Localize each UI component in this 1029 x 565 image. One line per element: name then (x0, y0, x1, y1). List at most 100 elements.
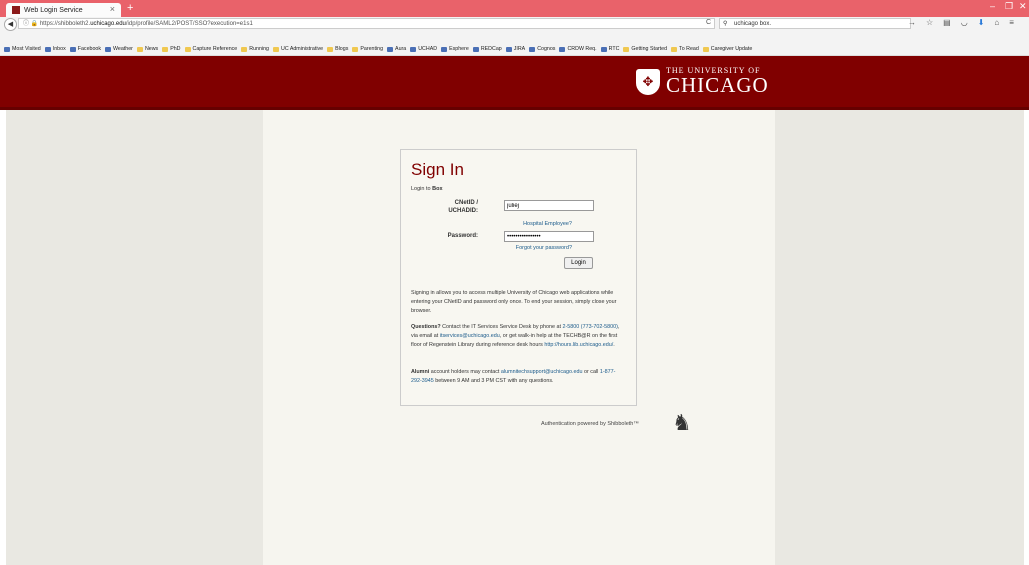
bookmark-item[interactable]: CRDW Req. (559, 46, 597, 52)
alumni-paragraph: Alumni account holders may contact alumn… (411, 368, 626, 386)
bookmark-icon (410, 46, 417, 52)
bookmark-icon (671, 46, 678, 52)
bookmark-icon (352, 46, 359, 52)
bookmark-label: Parenting (360, 46, 384, 52)
bookmark-item[interactable]: Caregiver Update (702, 46, 753, 52)
cnetid-label-line2: UCHADID: (448, 208, 478, 214)
bookmark-icon (105, 46, 111, 52)
bookmark-item[interactable]: PhD (162, 46, 181, 52)
bookmark-item[interactable]: Weather (105, 46, 133, 52)
bookmark-icon (600, 46, 607, 52)
bookmark-icon (472, 46, 479, 52)
bookmarks-list-icon[interactable]: ▤ (943, 18, 951, 27)
bookmark-label: Cognos (537, 46, 556, 52)
info-icon[interactable]: ⓘ (23, 21, 31, 27)
bookmark-label: RTC (608, 46, 620, 52)
bookmark-item[interactable]: Capture Reference (184, 46, 238, 52)
back-arrow-icon[interactable]: ◀ (4, 18, 17, 31)
bookmark-item[interactable]: To Read (671, 46, 699, 52)
questions-heading: Questions? (411, 324, 441, 330)
bookmark-label: Most Visited (12, 46, 41, 52)
bookmark-item[interactable]: Facebook (69, 46, 101, 52)
forgot-row: Forgot your password? (411, 245, 626, 255)
bookmark-star-icon[interactable]: ☆ (926, 18, 933, 27)
bookmark-icon (505, 46, 512, 52)
bookmarks-toolbar: Most Visited Inbox Facebook Weather News PhD C… (0, 43, 1029, 56)
bookmark-icon (69, 46, 76, 52)
bookmark-label: Facebook (77, 46, 101, 52)
login-button[interactable]: Login (564, 257, 593, 269)
search-value: uchicago box. (734, 21, 772, 27)
url-bar[interactable]: ⓘ 🔒 https://shibboleth2.uchicago.edu/idp… (18, 18, 715, 29)
logo-big-text: CHICAGO (666, 73, 769, 97)
download-icon[interactable]: ⬇ (978, 18, 985, 27)
bookmark-item[interactable]: RTC (600, 46, 620, 52)
phone-link[interactable]: 2-5800 (773-702-5800) (563, 324, 618, 330)
url-path: /idp/profile/SAML2/POST/SSO?execution=e1… (125, 21, 253, 27)
pocket-icon[interactable]: ◡ (961, 18, 968, 27)
bookmark-icon (4, 46, 10, 52)
signin-panel: Sign In Login to Box CNetID / UCHADID: H… (400, 149, 637, 406)
tab-close-icon[interactable]: × (110, 4, 115, 14)
restore-icon[interactable]: ❐ (1005, 1, 1013, 12)
forgot-password-link[interactable]: Forgot your password? (516, 245, 572, 251)
hospital-employee-link[interactable]: Hospital Employee? (523, 221, 572, 227)
cnetid-field[interactable] (504, 200, 594, 211)
bookmark-icon (136, 46, 143, 52)
bookmark-label: Capture Reference (192, 46, 238, 52)
bookmark-icon (387, 46, 394, 52)
minimize-icon[interactable]: – (990, 1, 995, 11)
bookmark-icon (273, 46, 279, 52)
bookmark-item[interactable]: Inbox (44, 46, 66, 52)
navigation-toolbar: ◀ ⓘ 🔒 https://shibboleth2.uchicago.edu/i… (0, 17, 1029, 32)
bookmark-item[interactable]: Aura (387, 46, 406, 52)
itservices-email-link[interactable]: itservices@uchicago.edu (440, 333, 500, 339)
uchicago-favicon-icon (12, 6, 20, 14)
bookmark-item[interactable]: Blogs (327, 46, 348, 52)
login-service-name: Box (432, 186, 443, 192)
bookmark-icon (241, 46, 248, 52)
login-to-prefix: Login to (411, 186, 433, 192)
bookmark-label: Caregiver Update (710, 46, 753, 52)
bookmark-item[interactable]: Cognos (529, 46, 555, 52)
window-close-icon[interactable]: ✕ (1019, 1, 1027, 12)
hospital-row: Hospital Employee? (411, 221, 626, 231)
bookmark-label: REDCap (480, 46, 502, 52)
alumni-email-link[interactable]: alumnitechsupport@uchicago.edu (501, 369, 583, 375)
reload-icon[interactable]: C (706, 19, 711, 26)
bookmark-item[interactable]: Most Visited (4, 46, 41, 52)
bookmark-item[interactable]: Running (241, 46, 269, 52)
login-row: Login (411, 255, 626, 271)
bookmark-item[interactable]: Getting Started (623, 46, 667, 52)
bookmark-item[interactable]: JIRA (505, 46, 525, 52)
url-prefix: https://shibboleth2. (39, 21, 91, 27)
shibboleth-credit: Authentication powered by Shibboleth™ (541, 421, 639, 427)
alumni-heading: Alumni (411, 369, 430, 375)
bookmark-item[interactable]: News (136, 46, 158, 52)
browser-tab[interactable]: Web Login Service × (6, 3, 121, 17)
phoenix-shield-icon: ✥ (636, 68, 660, 95)
bookmark-item[interactable]: Parenting (352, 46, 383, 52)
university-logo[interactable]: ✥ THE UNIVERSITY OF CHICAGO (636, 67, 769, 96)
password-field[interactable] (504, 231, 594, 242)
bookmark-label: Esphere (449, 46, 469, 52)
bookmark-item[interactable]: UCHAD (410, 46, 437, 52)
new-tab-button[interactable]: + (127, 2, 133, 14)
home-icon[interactable]: ⌂ (994, 18, 999, 27)
search-input[interactable]: ⚲ uchicago box. (719, 18, 911, 29)
bookmark-item[interactable]: Esphere (441, 46, 469, 52)
cnetid-row: CNetID / UCHADID: (411, 199, 626, 221)
bookmark-label: Aura (395, 46, 407, 52)
bookmark-item[interactable]: UC Administrative (273, 46, 323, 52)
bookmark-icon (623, 46, 630, 52)
toolbar-gap (0, 31, 1029, 43)
bookmark-item[interactable]: REDCap (472, 46, 502, 52)
password-row: Password: (411, 231, 626, 245)
search-go-icon[interactable]: → (908, 18, 916, 27)
library-hours-link[interactable]: http://hours.lib.uchicago.edu/ (544, 342, 613, 348)
tab-title: Web Login Service (24, 6, 83, 14)
questions-paragraph: Questions? Contact the IT Services Servi… (411, 323, 626, 349)
lock-icon: 🔒 (30, 21, 40, 27)
bookmark-label: CRDW Req. (567, 46, 597, 52)
menu-icon[interactable]: ≡ (1009, 18, 1014, 27)
